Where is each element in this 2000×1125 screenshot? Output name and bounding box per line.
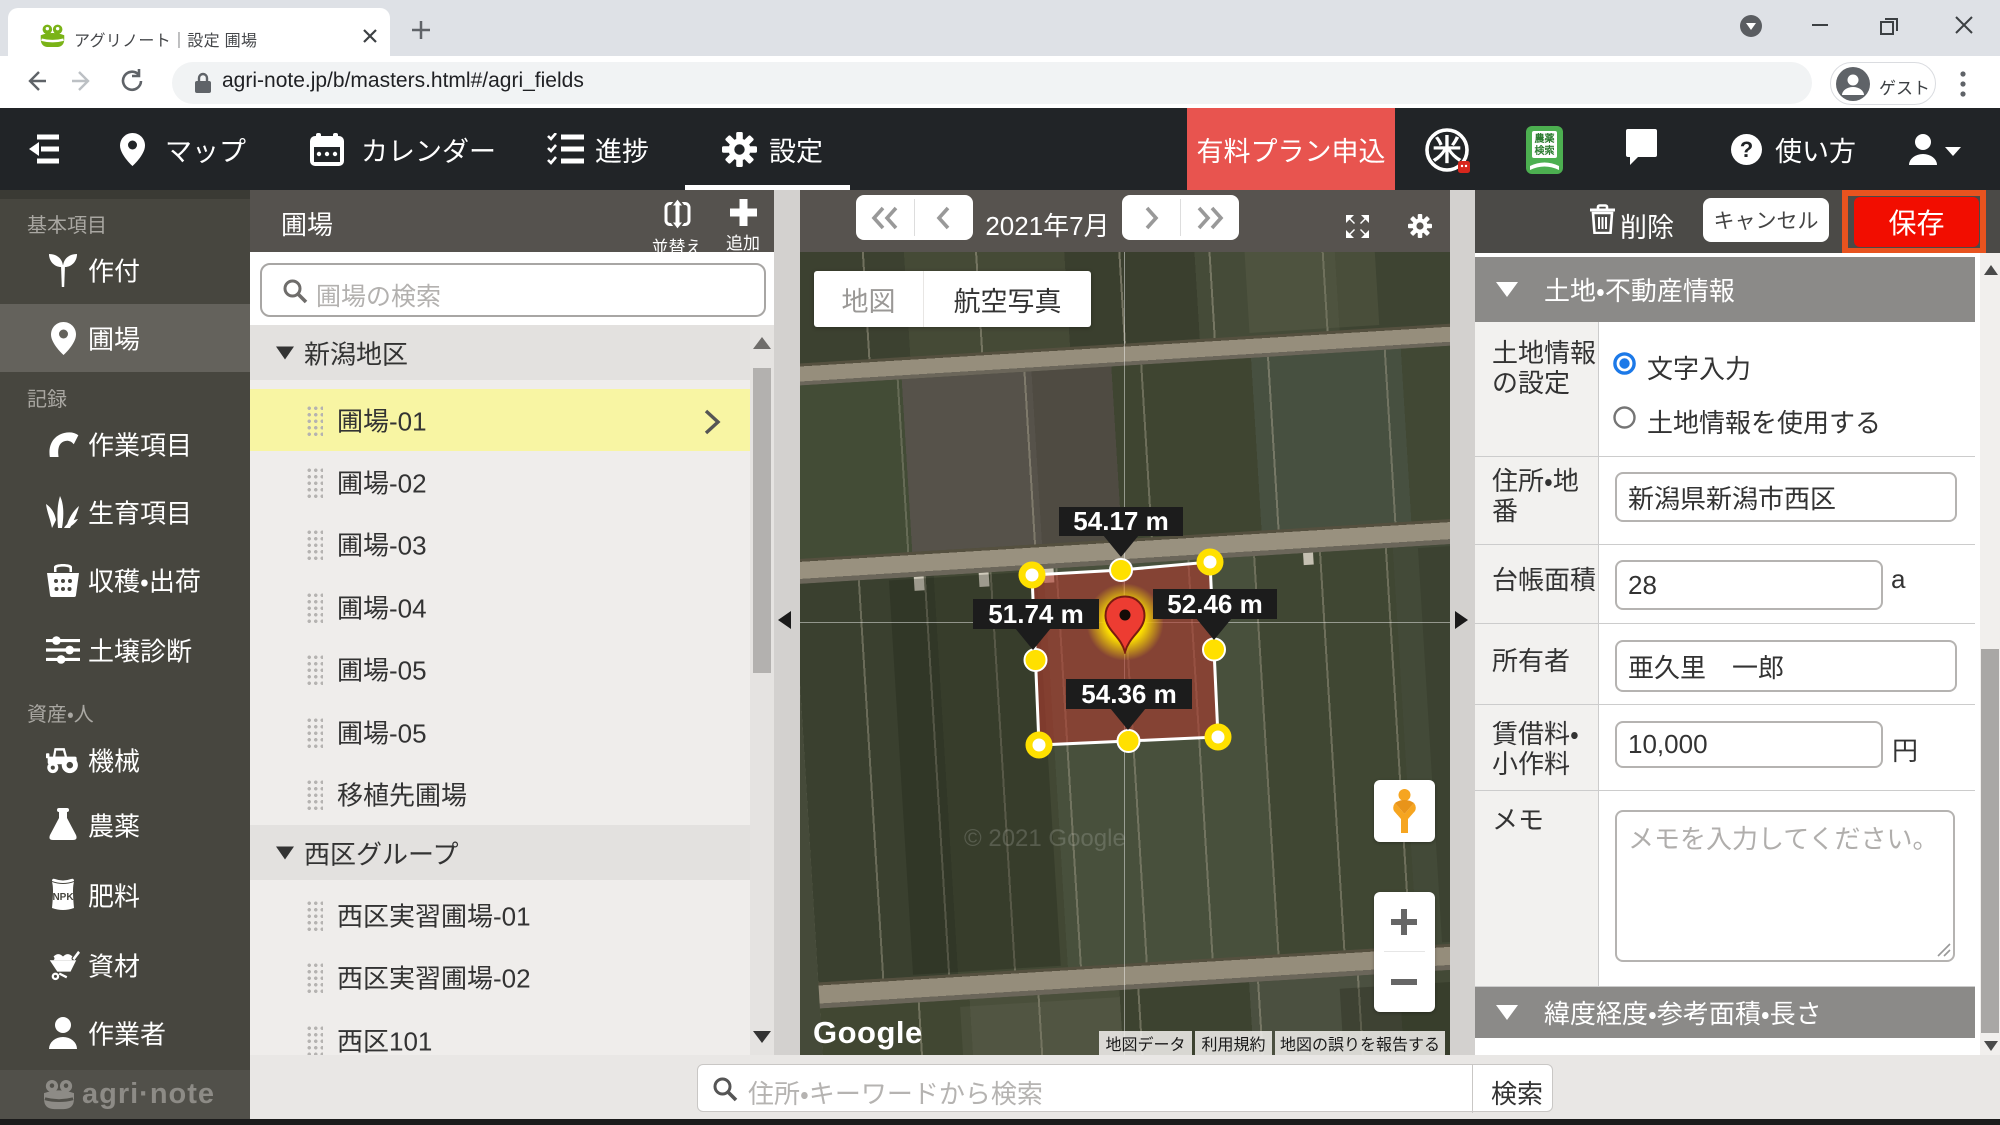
svg-text:米: 米 bbox=[1432, 134, 1461, 167]
svg-text:NPK: NPK bbox=[52, 892, 74, 903]
svg-text:?: ? bbox=[1740, 137, 1753, 162]
svg-text:検索: 検索 bbox=[1535, 144, 1555, 157]
svg-text:農薬: 農薬 bbox=[1535, 132, 1556, 145]
